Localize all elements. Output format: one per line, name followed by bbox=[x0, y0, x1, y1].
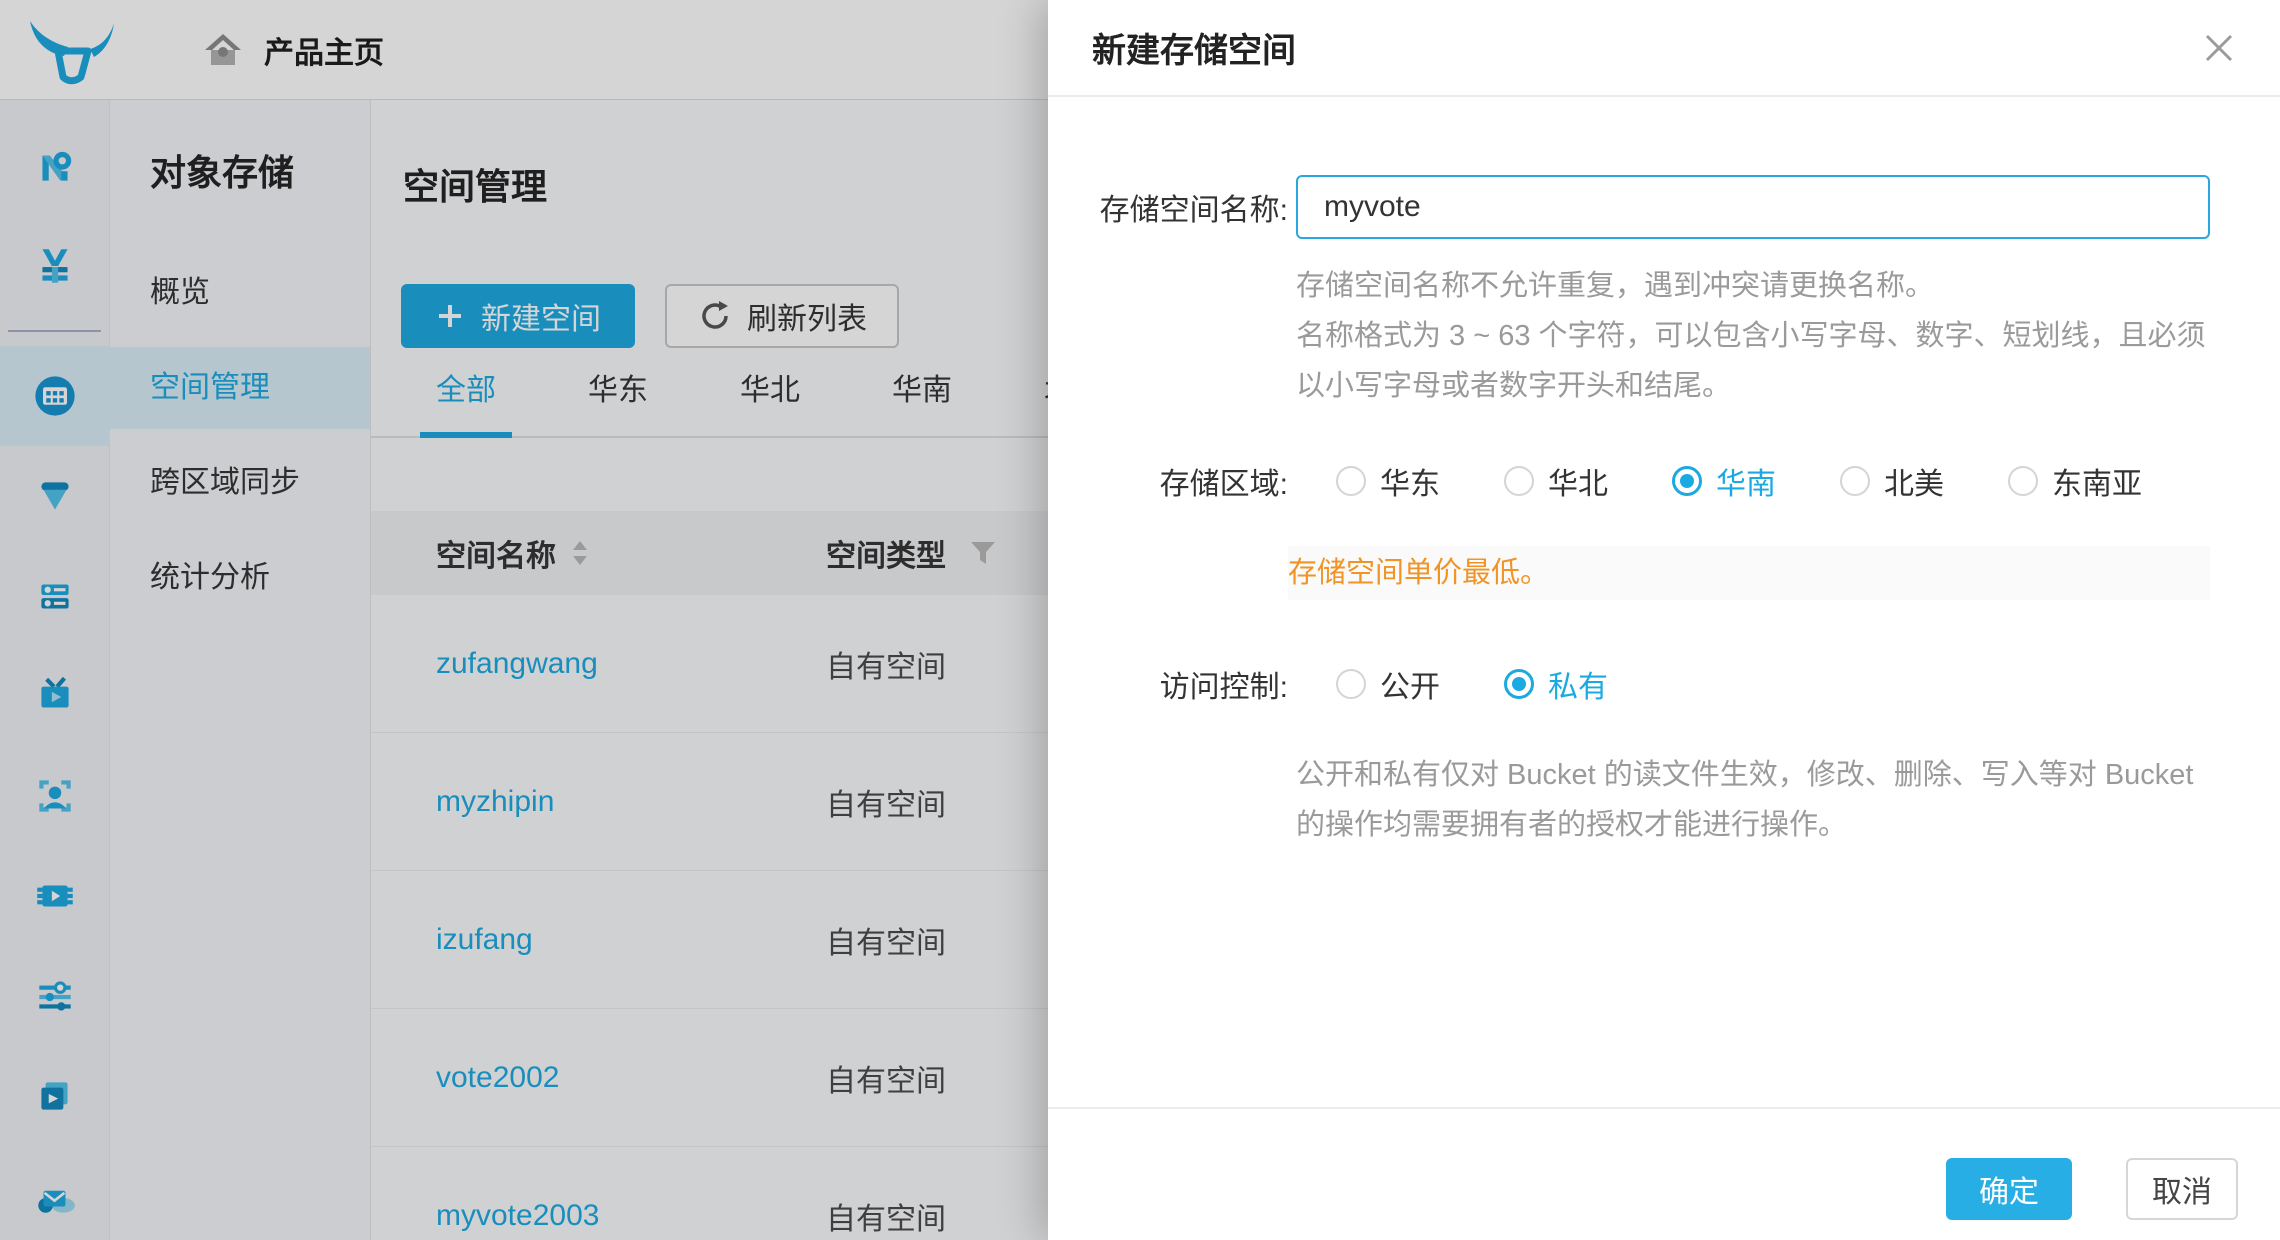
access-option-private[interactable]: 私有 bbox=[1504, 662, 1608, 706]
drawer-footer: 确定 取消 bbox=[1048, 1107, 2280, 1240]
radio-icon bbox=[1840, 466, 1870, 496]
bucket-name-help: 存储空间名称不允许重复，遇到冲突请更换名称。 名称格式为 3 ~ 63 个字符，… bbox=[1296, 261, 2216, 411]
access-control-label: 访问控制: bbox=[1092, 662, 1288, 706]
region-price-note: 存储空间单价最低。 bbox=[1288, 546, 2210, 600]
app-window: 产品主页 bbox=[0, 0, 2280, 1240]
drawer-header: 新建存储空间 bbox=[1048, 0, 2280, 97]
radio-icon bbox=[2008, 466, 2038, 496]
region-option-huabei[interactable]: 华北 bbox=[1504, 459, 1608, 503]
drawer-title: 新建存储空间 bbox=[1092, 23, 1296, 72]
create-bucket-drawer: 新建存储空间 存储空间名称: 存储空间名称不允许重复，遇到冲突请更换名称。 名称… bbox=[1048, 0, 2280, 1240]
radio-selected-icon bbox=[1504, 669, 1534, 699]
cancel-button[interactable]: 取消 bbox=[2126, 1158, 2238, 1220]
access-control-help: 公开和私有仅对 Bucket 的读文件生效，修改、删除、写入等对 Bucket … bbox=[1296, 750, 2226, 850]
bucket-name-input[interactable] bbox=[1296, 175, 2210, 239]
region-label: 存储区域: bbox=[1092, 459, 1288, 503]
region-option-dongnanya[interactable]: 东南亚 bbox=[2008, 459, 2142, 503]
radio-icon bbox=[1336, 466, 1366, 496]
drawer-body: 存储空间名称: 存储空间名称不允许重复，遇到冲突请更换名称。 名称格式为 3 ~… bbox=[1048, 175, 2280, 850]
close-button[interactable] bbox=[2196, 25, 2242, 71]
radio-icon bbox=[1504, 466, 1534, 496]
region-option-huanan[interactable]: 华南 bbox=[1672, 459, 1776, 503]
radio-selected-icon bbox=[1672, 466, 1702, 496]
close-icon bbox=[2202, 31, 2236, 65]
access-option-public[interactable]: 公开 bbox=[1336, 662, 1440, 706]
bucket-name-label: 存储空间名称: bbox=[1092, 185, 1288, 229]
radio-icon bbox=[1336, 669, 1366, 699]
region-option-huadong[interactable]: 华东 bbox=[1336, 459, 1440, 503]
confirm-button[interactable]: 确定 bbox=[1946, 1158, 2072, 1220]
region-option-beimei[interactable]: 北美 bbox=[1840, 459, 1944, 503]
